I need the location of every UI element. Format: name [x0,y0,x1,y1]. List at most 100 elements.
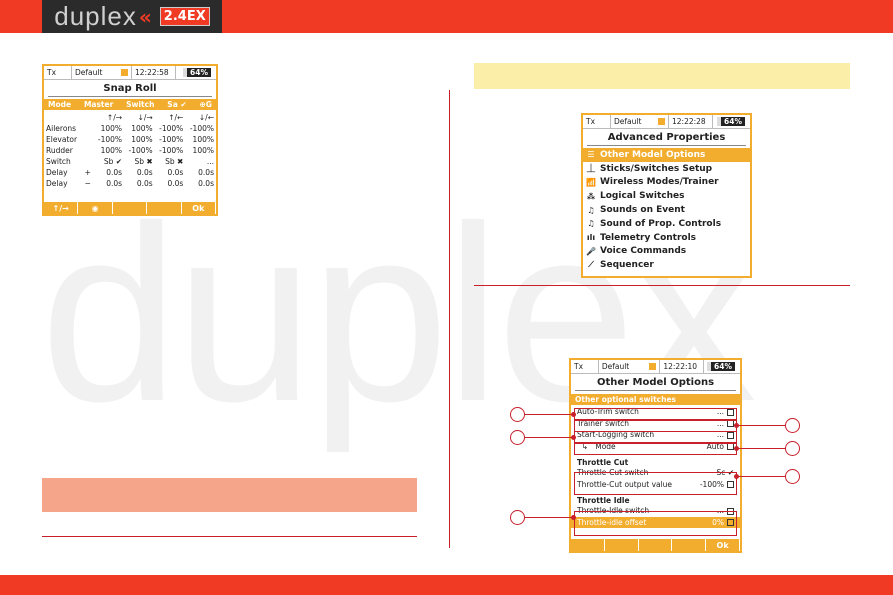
status-square-icon [121,69,128,76]
menu-item[interactable]: ⏊ Sticks/Switches Setup [583,162,750,176]
menu-icon: ☰ [587,150,595,160]
callout-line [737,425,786,426]
footer-button-4[interactable] [672,539,707,551]
menu-icon: ⁂ [586,191,596,201]
cell-value[interactable]: -100% [124,145,155,156]
cell-value[interactable]: 0.0s [124,178,155,189]
table-row: Delay +0.0s 0.0s 0.0s 0.0s [44,167,216,178]
cell-value[interactable]: 100% [185,145,216,156]
menu-item-label: Other Model Options [600,149,706,160]
cell-value[interactable]: ... [185,156,216,167]
status-square-icon [649,363,657,370]
footer-button-1[interactable] [571,539,605,551]
footer-button-4[interactable] [147,202,182,214]
menu-icon: 📶 [586,177,596,187]
callout-circle [510,407,525,422]
screen-title: Other Model Options [575,374,736,391]
cell-value[interactable]: Sb ✖ [124,156,155,167]
callout-box [574,408,737,420]
callout-box [574,511,737,536]
header-bar: duplex « 2.4EX [0,0,893,33]
row-label: Ailerons [46,124,77,133]
battery-indicator: 64% [717,117,745,126]
cell-value[interactable]: 100% [124,134,155,145]
mode-bar[interactable]: Mode Master Switch Sa ✔ ⊕G [44,99,216,110]
clock: 12:22:28 [669,115,713,128]
row-sign [82,145,93,156]
logo-text: duplex [54,1,137,31]
menu-icon: ⟋ [588,260,594,270]
cell-value[interactable]: 0.0s [185,178,216,189]
chevron-logo-icon: « [138,4,152,29]
cell-value[interactable]: Sb ✖ [155,156,186,167]
cell-value[interactable]: -100% [155,134,186,145]
menu-item[interactable]: ⟋ Sequencer [583,258,750,272]
callout-dot [571,412,576,417]
menu-item[interactable]: 🎤 Voice Commands [583,245,750,259]
cell-value[interactable]: 100% [93,145,124,156]
cell-value[interactable]: -100% [155,123,186,134]
col-header: ↓/→ [137,113,153,122]
callout-circle [510,510,525,525]
switch-value[interactable]: Sa ✔ [167,100,186,109]
menu-icon: ılı [586,233,596,243]
menu-item-label: Telemetry Controls [600,232,697,243]
row-sign [82,123,93,134]
callout-dot [734,446,739,451]
view-button[interactable]: ◉ [78,202,113,214]
duplex-logo: duplex « 2.4EX [42,0,222,33]
menu-icon: 🎤 [586,246,596,256]
cell-value[interactable]: 0.0s [185,167,216,178]
cell-value[interactable]: 0.0s [155,178,186,189]
cell-value[interactable]: -100% [185,123,216,134]
cell-value[interactable]: -100% [155,145,186,156]
menu-item-label: Sequencer [600,260,654,271]
cell-value[interactable]: 0.0s [155,167,186,178]
footer-bar [0,575,893,595]
footer-buttons: Ok [571,539,740,551]
ok-button[interactable]: Ok [706,539,740,551]
callout-line [524,437,574,438]
footer-button-3[interactable] [639,539,673,551]
row-label: Switch [46,157,71,166]
callout-line [737,448,786,449]
tx-signal: Tx [44,66,72,79]
cell-value[interactable]: 100% [124,123,155,134]
footer-button-3[interactable] [113,202,148,214]
row-label: Rudder [46,146,73,155]
row-label: Delay [46,179,68,188]
footer-button-2[interactable] [605,539,639,551]
callout-line [737,476,786,477]
cell-value[interactable]: 0.0s [124,167,155,178]
menu-item[interactable]: ☰ Other Model Options [583,148,750,162]
globe-icon[interactable]: ⊕G [200,100,212,109]
menu-item-label: Sticks/Switches Setup [600,163,713,174]
cell-value[interactable]: 0.0s [93,167,124,178]
battery-indicator: 64% [707,362,735,371]
snap-roll-table: ↑/→ ↓/→ ↑/← ↓/← Ailerons 100% 100% -100% -10… [44,112,216,189]
direction-button[interactable]: ↑/→ [44,202,79,214]
heading-box-right [474,63,850,89]
table-header: ↑/→ ↓/→ ↑/← ↓/← [44,112,216,123]
callout-box [574,431,737,443]
callout-dot [571,515,576,520]
cell-value[interactable]: 100% [185,134,216,145]
cell-value[interactable]: 0.0s [93,178,124,189]
ok-button[interactable]: Ok [182,202,217,214]
row-sign: + [84,168,91,177]
menu-item-label: Logical Switches [600,191,685,202]
menu-item[interactable]: ılı Telemetry Controls [583,231,750,245]
callout-dot [734,474,739,479]
cell-value[interactable]: Sb ✔ [93,156,124,167]
snap-roll-screen: Tx Default 12:22:58 64% Snap Roll Mode M… [42,64,218,216]
menu-item[interactable]: ⁂ Logical Switches [583,189,750,203]
cell-value[interactable]: -100% [93,134,124,145]
master-dropdown[interactable]: Master [84,100,113,109]
callout-line [524,414,574,415]
menu-item[interactable]: ♫ Sounds on Event [583,203,750,217]
cell-value[interactable]: 100% [93,123,124,134]
table-row: Rudder 100% -100% -100% 100% [44,145,216,156]
menu-item-label: Wireless Modes/Trainer [600,177,719,188]
menu-item[interactable]: 📶 Wireless Modes/Trainer [583,176,750,190]
menu-item[interactable]: ♫ Sound of Prop. Controls [583,217,750,231]
